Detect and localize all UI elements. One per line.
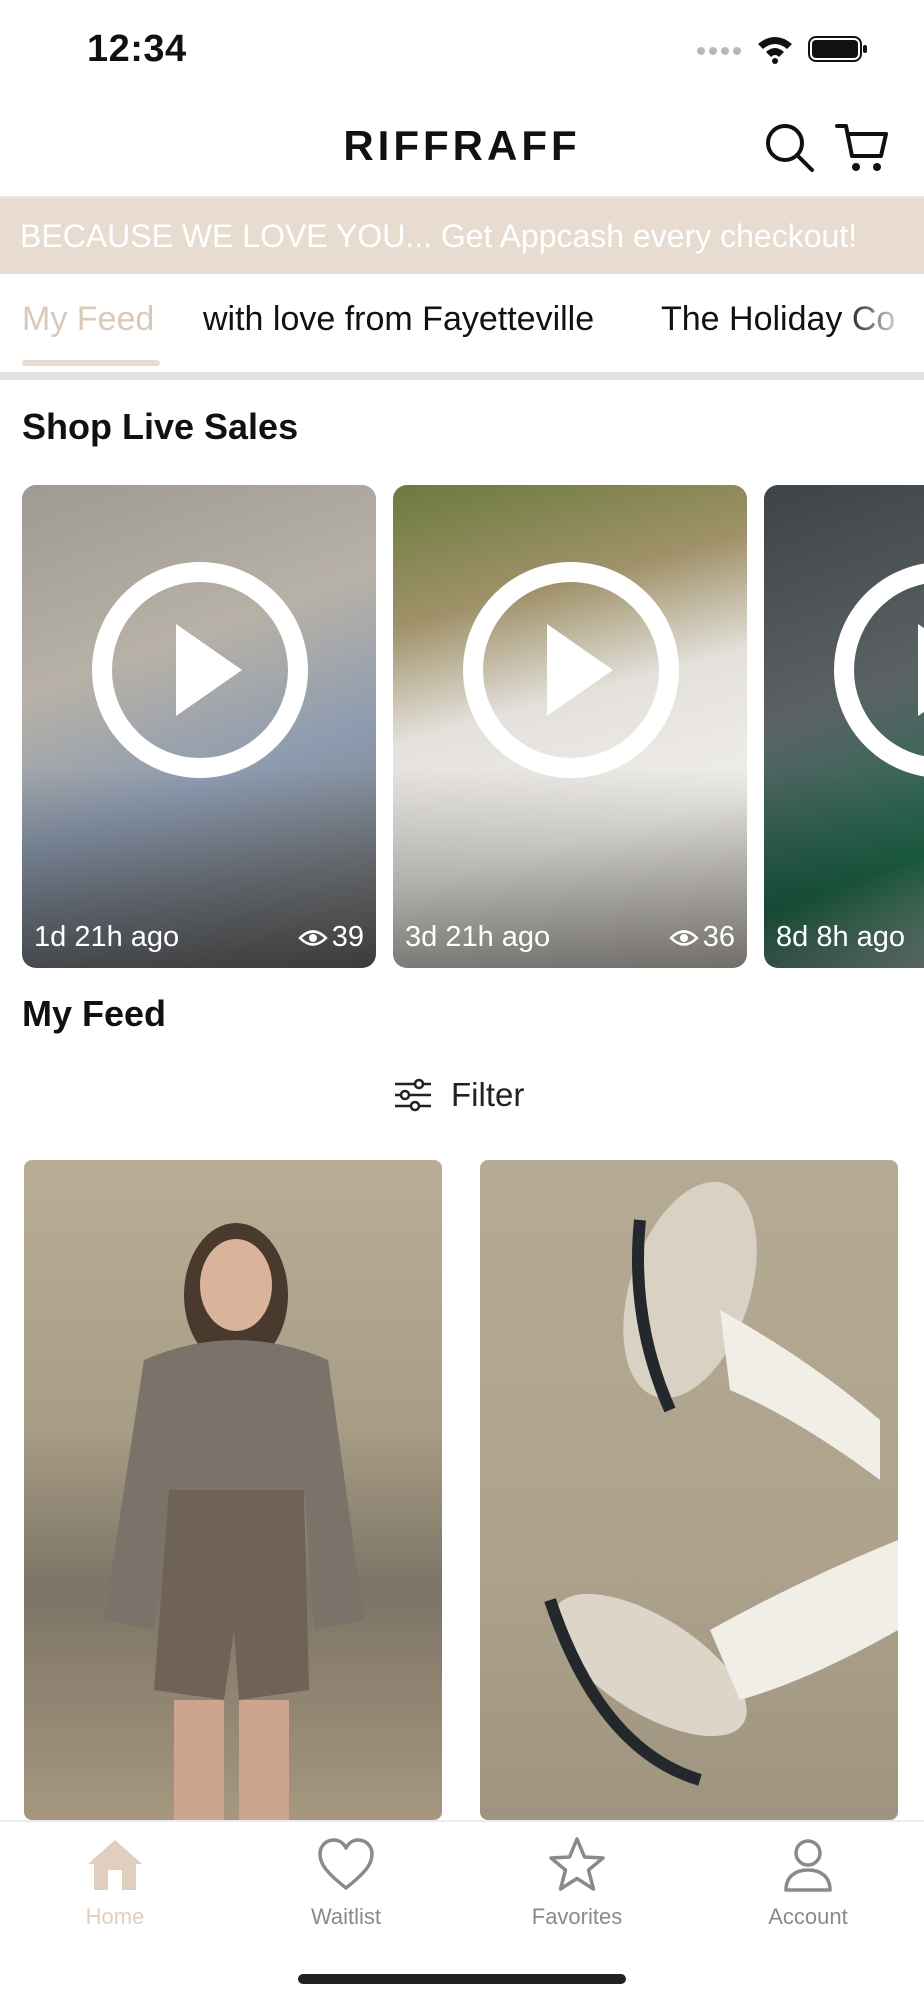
app-header: RIFFRAFF [0, 100, 924, 198]
home-icon [88, 1840, 142, 1890]
nav-label-home: Home [85, 1904, 145, 1929]
play-icon[interactable] [463, 562, 679, 778]
sliders-icon [395, 1078, 431, 1112]
feed-title: My Feed [22, 993, 167, 1034]
tab-bar: My Feed with love from Fayetteville The … [0, 274, 924, 374]
feed-product-card[interactable] [480, 1160, 898, 1820]
nav-label-favorites: Favorites [531, 1904, 623, 1929]
filter-label: Filter [451, 1076, 525, 1113]
eye-icon [668, 929, 699, 946]
tab-my-feed[interactable]: My Feed [22, 300, 154, 339]
live-sales-title: Shop Live Sales [22, 406, 299, 447]
eye-icon [297, 929, 328, 946]
product-image [544, 1181, 898, 1786]
feed-product-card[interactable] [24, 1160, 442, 1820]
tab-with-love-from-fayetteville[interactable]: with love from Fayetteville [203, 300, 594, 339]
live-sale-time: 1d 21h ago [34, 921, 180, 953]
cart-icon[interactable] [834, 120, 890, 176]
product-image [104, 1223, 364, 1820]
view-count: 36 [702, 921, 735, 953]
filter-button[interactable]: Filter [393, 1076, 524, 1114]
status-time: 12:34 [87, 28, 187, 70]
promo-banner[interactable]: BECAUSE WE LOVE YOU... Get Appcash every… [0, 198, 924, 274]
live-sale-views: 39 [297, 921, 364, 954]
home-indicator [298, 1974, 626, 1984]
status-bar: 12:34 [0, 0, 924, 100]
battery-icon [808, 36, 867, 62]
live-sale-card[interactable]: 1d 21h ago 39 [22, 485, 376, 968]
live-sale-views: 36 [668, 921, 735, 954]
tab-fade [844, 274, 924, 370]
signal-icon [697, 47, 741, 55]
search-icon[interactable] [762, 120, 818, 176]
live-sale-time: 8d 8h ago [776, 921, 906, 953]
live-sales-carousel[interactable]: 1d 21h ago 39 3d 21h ago 36 8d 8h ago [0, 485, 924, 968]
active-tab-indicator [22, 360, 160, 366]
tab-divider [0, 372, 924, 380]
live-sale-card[interactable]: 3d 21h ago 36 [393, 485, 747, 968]
star-icon [549, 1837, 605, 1891]
nav-account[interactable]: Account [708, 1836, 908, 1930]
play-icon[interactable] [834, 562, 924, 778]
nav-label-account: Account [768, 1904, 848, 1929]
view-count: 39 [331, 921, 364, 953]
live-sale-time: 3d 21h ago [405, 921, 551, 953]
nav-home[interactable]: Home [15, 1836, 215, 1930]
wifi-icon [758, 37, 792, 64]
play-icon[interactable] [92, 562, 308, 778]
live-sale-card[interactable]: 8d 8h ago [764, 485, 924, 968]
status-icons [696, 34, 868, 64]
nav-waitlist[interactable]: Waitlist [246, 1836, 446, 1930]
person-icon [784, 1839, 832, 1892]
nav-favorites[interactable]: Favorites [477, 1836, 677, 1930]
heart-icon [318, 1838, 374, 1890]
nav-label-waitlist: Waitlist [310, 1904, 382, 1929]
